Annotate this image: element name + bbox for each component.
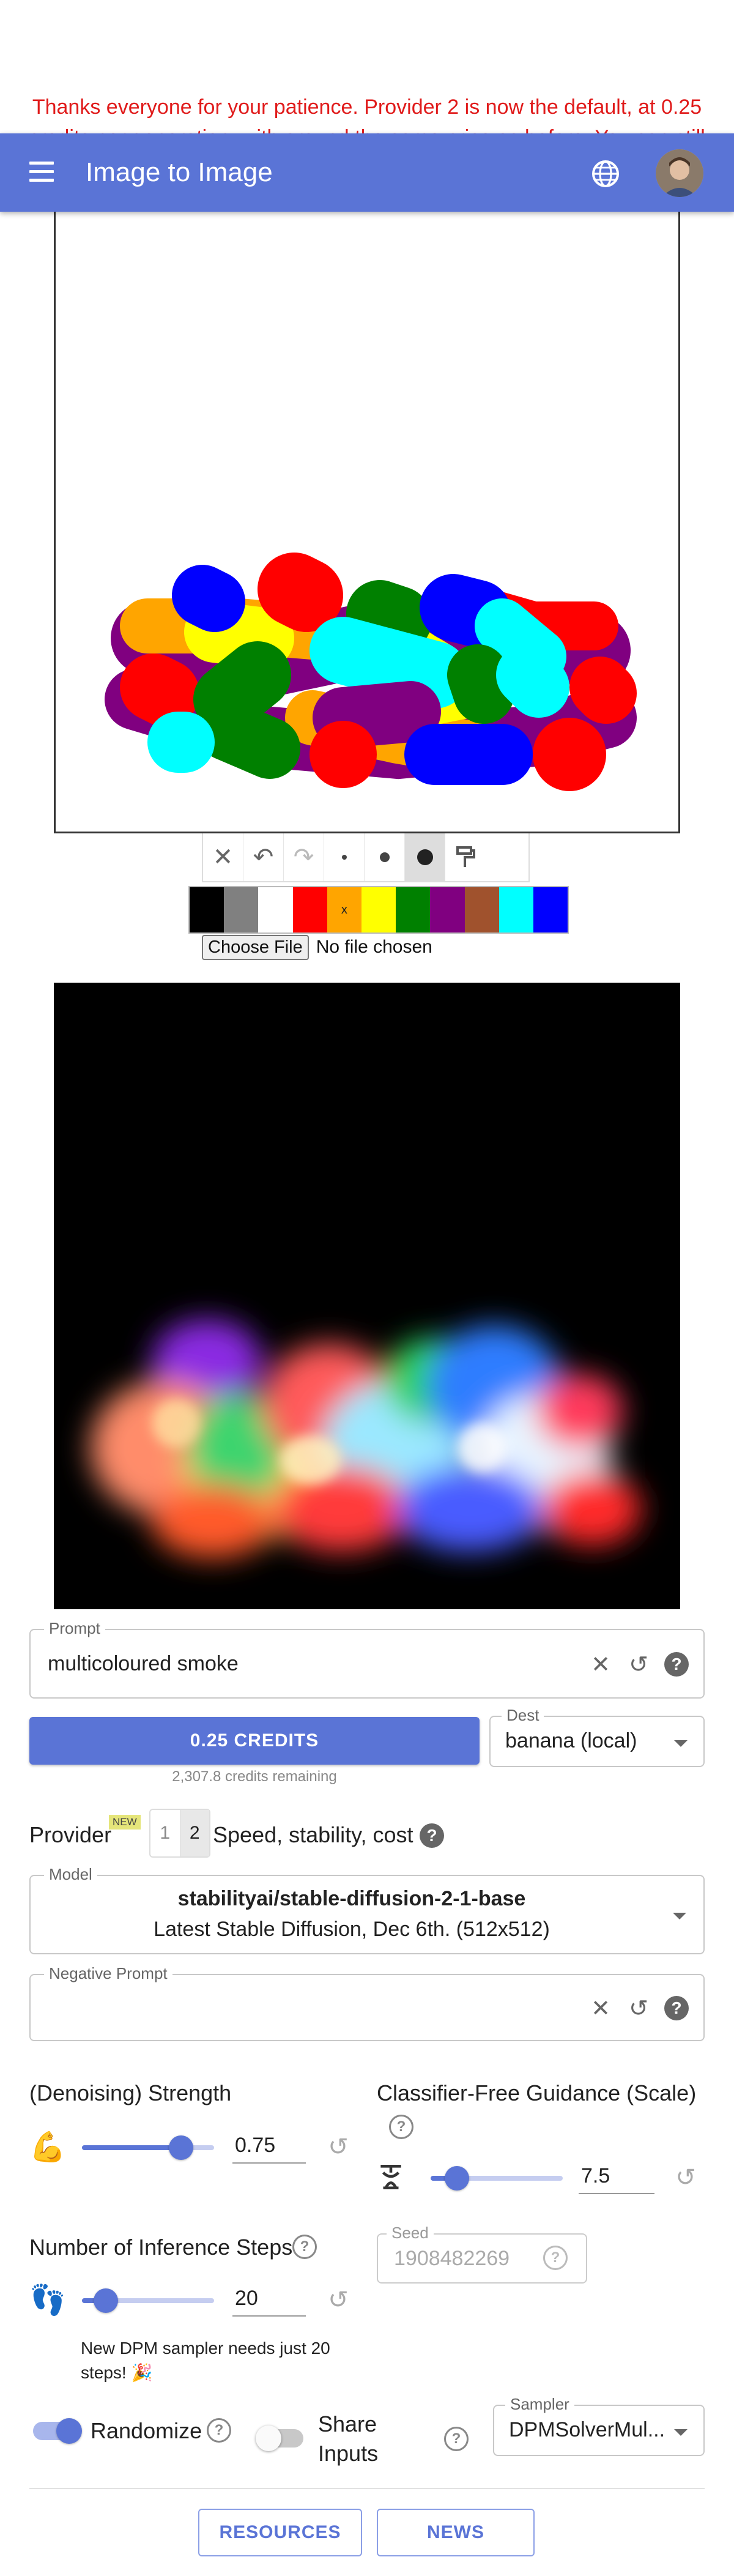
steps-help-icon[interactable]: ? [292,2235,317,2259]
smoke-image [91,1319,641,1558]
color-palette: x [188,886,569,934]
app-bar: Image to Image [0,133,734,212]
color-swatch[interactable] [361,887,396,932]
cfg-slider[interactable] [431,2166,563,2191]
redo-icon[interactable]: ↷ [284,833,324,881]
fill-icon[interactable] [445,833,486,881]
color-swatch[interactable] [258,887,293,932]
reset-icon[interactable]: ↺ [324,2286,352,2314]
new-badge: NEW [109,1815,141,1830]
cfg-help-icon[interactable]: ? [389,2115,413,2139]
model-name: stabilityai/stable-diffusion-2-1-base [177,1887,526,1910]
page-title: Image to Image [86,157,273,187]
cfg-label: Classifier-Free Guidance (Scale) [377,2080,697,2105]
color-swatch[interactable] [533,887,568,932]
provider-option-1[interactable]: 1 [150,1810,180,1856]
news-button[interactable]: NEWS [377,2509,535,2556]
toggle-knob [256,2425,281,2451]
reset-icon[interactable]: ↺ [672,2164,700,2192]
model-select[interactable]: Model stabilityai/stable-diffusion-2-1-b… [29,1865,705,1954]
steps-label: Number of Inference Steps [29,2235,293,2260]
generate-credits-button[interactable]: 0.25 CREDITS [29,1717,480,1765]
reset-icon[interactable]: ↺ [324,2133,352,2161]
announcement-banner: Thanks everyone for your patience. Provi… [29,95,705,135]
prompt-field[interactable]: Prompt multicoloured smoke ✕ ↺ ? [29,1619,705,1699]
strength-slider[interactable] [82,2135,214,2160]
color-swatch[interactable] [190,887,224,932]
dropdown-arrow-icon [673,1913,686,1919]
seed-input[interactable]: 1908482269 [394,2247,510,2271]
flexed-biceps-icon: 💪 [29,2131,66,2164]
clear-icon[interactable]: ✕ [203,833,243,881]
sampler-label: Sampler [505,2395,574,2414]
brush-medium-icon[interactable] [365,833,405,881]
negative-prompt-label: Negative Prompt [44,1964,172,1983]
color-swatch[interactable] [396,887,431,932]
file-status: No file chosen [316,937,432,957]
seed-label: Seed [387,2224,434,2243]
randomize-label: Randomize [91,2418,202,2443]
color-swatch[interactable] [499,887,533,932]
clear-negative-prompt-icon[interactable]: ✕ [588,1996,613,2022]
dest-select[interactable]: Dest banana (local) [489,1706,705,1767]
undo-icon[interactable]: ↶ [243,833,284,881]
history-icon[interactable]: ↺ [626,1996,651,2022]
provider-option-2[interactable]: 2 [180,1810,209,1856]
brush-small-icon[interactable] [324,833,365,881]
provider-help-icon[interactable]: ? [420,1823,444,1848]
randomize-toggle[interactable] [33,2418,82,2444]
scale-icon [380,2165,401,2190]
prompt-label: Prompt [44,1619,105,1638]
steps-note: New DPM sampler needs just 20 steps! 🎉 [81,2339,330,2382]
steps-input[interactable]: 20 [232,2285,306,2317]
strength-input[interactable]: 0.75 [232,2132,306,2164]
choose-file-button[interactable]: Choose File [202,934,309,960]
negative-prompt-field[interactable]: Negative Prompt ✕ ↺ ? [29,1964,705,2041]
file-input: Choose File No file chosen [202,934,432,961]
model-desc: Latest Stable Diffusion, Dec 6th. (512x5… [154,1918,550,1941]
seed-help-icon[interactable]: ? [543,2246,568,2270]
help-icon[interactable]: ? [664,1996,689,2020]
share-inputs-label: Share Inputs [318,2411,379,2466]
dest-label: Dest [502,1706,544,1725]
sampler-value: DPMSolverMul... [509,2418,665,2441]
color-swatch[interactable] [430,887,465,932]
avatar[interactable] [656,149,703,197]
drawing-toolbar: ✕ ↶ ↷ [202,833,530,882]
footprints-icon: 👣 [29,2284,66,2317]
provider-desc: Speed, stability, cost [213,1822,413,1847]
generated-image [54,983,680,1609]
drawing-canvas[interactable] [54,208,680,833]
sampler-select[interactable]: Sampler DPMSolverMul... [493,2395,705,2456]
color-swatch[interactable] [464,887,499,932]
provider-toggle: 1 2 [149,1809,210,1858]
dropdown-arrow-icon [674,2429,688,2436]
resources-button[interactable]: RESOURCES [198,2509,362,2556]
strength-label: (Denoising) Strength [29,2080,232,2105]
color-swatch[interactable] [224,887,259,932]
steps-slider[interactable] [82,2288,214,2313]
seed-field[interactable]: Seed 1908482269 ? [377,2224,587,2284]
randomize-help-icon[interactable]: ? [207,2418,231,2443]
brush-large-icon[interactable] [405,833,445,881]
language-icon[interactable] [591,159,620,188]
help-icon[interactable]: ? [664,1652,689,1677]
cfg-input[interactable]: 7.5 [579,2162,654,2194]
share-help-icon[interactable]: ? [444,2427,469,2451]
credits-remaining: 2,307.8 credits remaining [172,1768,337,1785]
color-swatch[interactable] [292,887,327,932]
share-inputs-toggle[interactable] [256,2425,303,2451]
prompt-input[interactable]: multicoloured smoke [48,1652,239,1676]
menu-icon[interactable] [29,162,54,184]
color-swatch[interactable]: x [327,887,361,932]
dropdown-arrow-icon [674,1740,688,1747]
toggle-knob [56,2418,82,2444]
sketch-strokes [105,553,637,791]
history-icon[interactable]: ↺ [626,1652,651,1678]
clear-prompt-icon[interactable]: ✕ [588,1652,613,1678]
model-label: Model [44,1865,97,1884]
provider-label: Provider [29,1822,112,1847]
divider [29,2488,705,2489]
dest-value: banana (local) [505,1729,637,1752]
